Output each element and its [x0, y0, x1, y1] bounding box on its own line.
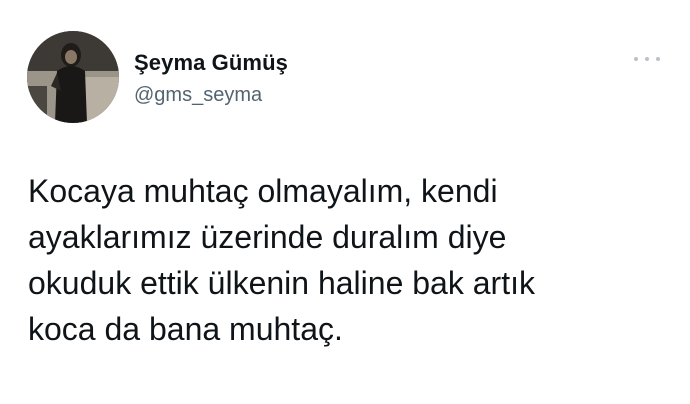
tweet-text-line: Kocaya muhtaç olmayalım, kendi	[28, 173, 498, 209]
author-handle[interactable]: @gms_seyma	[134, 84, 262, 107]
author-name[interactable]: Şeyma Gümüş	[134, 50, 288, 76]
tweet-text-line: ayaklarımız üzerinde duralım diye	[28, 219, 507, 255]
tweet-text-line: koca da bana muhtaç.	[28, 311, 343, 347]
more-button[interactable]	[634, 49, 660, 69]
tweet-card: Şeyma Gümüş @gms_seyma Kocaya muhtaç olm…	[0, 0, 690, 404]
more-dots-icon	[634, 57, 638, 61]
tweet-text-line: okuduk ettik ülkenin haline bak artık	[28, 265, 535, 301]
profile-photo-icon	[27, 31, 119, 123]
more-dots-icon	[645, 57, 649, 61]
more-dots-icon	[656, 57, 660, 61]
avatar[interactable]	[27, 31, 119, 123]
tweet-text: Kocaya muhtaç olmayalım, kendi ayaklarım…	[28, 168, 668, 352]
